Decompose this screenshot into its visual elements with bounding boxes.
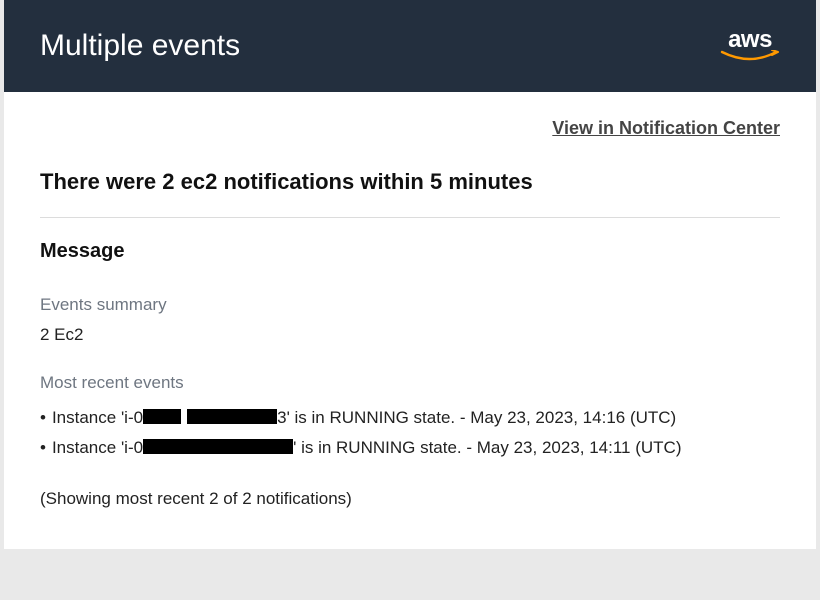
bullet-icon: • — [40, 403, 46, 433]
bullet-icon: • — [40, 433, 46, 463]
event-row: • Instance 'i-0 ' is in RUNNING state. -… — [40, 433, 780, 463]
redacted-segment — [143, 439, 293, 454]
most-recent-events-label: Most recent events — [40, 373, 780, 393]
events-list: • Instance 'i-0 3 ' is in RUNNING state.… — [40, 403, 780, 463]
aws-logo: aws — [720, 28, 780, 64]
view-notification-center-link[interactable]: View in Notification Center — [552, 118, 780, 138]
divider — [40, 217, 780, 218]
view-link-row: View in Notification Center — [40, 118, 780, 139]
events-summary-label: Events summary — [40, 295, 780, 315]
aws-logo-text: aws — [728, 28, 772, 52]
event-text-suffix: ' is in RUNNING state. - May 23, 2023, 1… — [293, 433, 681, 463]
redacted-segment — [187, 409, 277, 424]
event-text-prefix: Instance 'i-0 — [52, 433, 143, 463]
showing-count-text: (Showing most recent 2 of 2 notification… — [40, 489, 780, 509]
events-summary-value: 2 Ec2 — [40, 325, 780, 345]
event-text-suffix: ' is in RUNNING state. - May 23, 2023, 1… — [287, 403, 677, 433]
event-text-mid: 3 — [277, 403, 286, 433]
message-section-heading: Message — [40, 240, 780, 263]
header-bar: Multiple events aws — [4, 0, 816, 92]
aws-smile-icon — [720, 50, 780, 64]
page-title: Multiple events — [40, 29, 240, 63]
notification-heading: There were 2 ec2 notifications within 5 … — [40, 169, 780, 195]
redacted-segment — [143, 409, 181, 424]
content-area: View in Notification Center There were 2… — [4, 92, 816, 549]
event-row: • Instance 'i-0 3 ' is in RUNNING state.… — [40, 403, 780, 433]
event-text-prefix: Instance 'i-0 — [52, 403, 143, 433]
